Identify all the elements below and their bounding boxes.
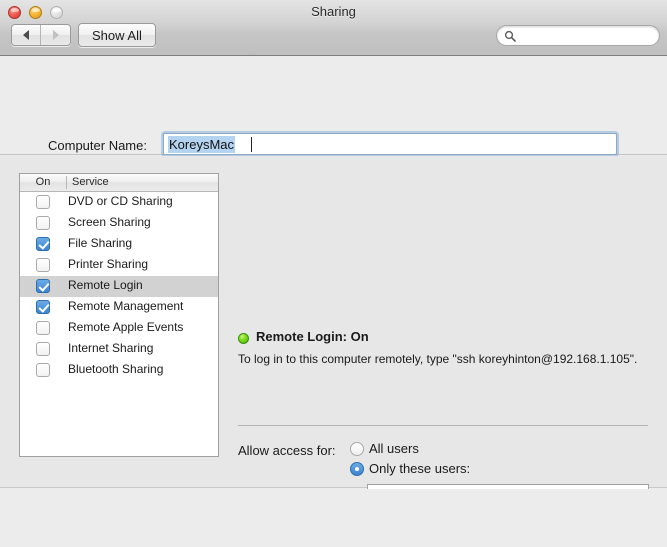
- section-divider: [238, 425, 648, 426]
- radio-only-these-users-label: Only these users:: [369, 461, 471, 476]
- service-name-label: Remote Management: [68, 299, 184, 313]
- sharing-preferences-window: Sharing Show All Computer Name: KoreysMa…: [0, 0, 667, 547]
- forward-button: [41, 25, 70, 45]
- status-indicator-icon: [238, 333, 249, 344]
- services-table-header: On Service: [20, 174, 218, 192]
- service-checkbox[interactable]: [36, 195, 50, 209]
- computer-name-value: KoreysMac: [168, 136, 236, 153]
- service-checkbox[interactable]: [36, 300, 50, 314]
- radio-option-all-users[interactable]: All users: [350, 441, 419, 456]
- search-input[interactable]: [521, 28, 651, 43]
- forward-arrow-icon: [52, 30, 59, 40]
- back-button[interactable]: [12, 25, 41, 45]
- title-bar: Sharing Show All: [0, 0, 667, 56]
- service-description: To log in to this computer remotely, typ…: [238, 352, 638, 366]
- service-name-label: Internet Sharing: [68, 341, 154, 355]
- column-divider: [66, 176, 67, 189]
- window-title: Sharing: [311, 4, 356, 19]
- text-caret: [251, 137, 252, 152]
- search-icon: [504, 30, 516, 42]
- service-name-label: DVD or CD Sharing: [68, 194, 173, 208]
- services-row-list: DVD or CD Sharing Screen Sharing File Shar…: [20, 192, 218, 381]
- service-checkbox[interactable]: [36, 363, 50, 377]
- column-header-on: On: [35, 176, 51, 188]
- service-checkbox[interactable]: [36, 216, 50, 230]
- service-checkbox[interactable]: [36, 321, 50, 335]
- table-row[interactable]: DVD or CD Sharing: [20, 192, 218, 213]
- table-row[interactable]: File Sharing: [20, 234, 218, 255]
- computer-name-label: Computer Name:: [48, 138, 147, 153]
- back-arrow-icon: [23, 30, 29, 40]
- service-name-label: Screen Sharing: [68, 215, 151, 229]
- service-name-label: Remote Apple Events: [68, 320, 184, 334]
- service-checkbox[interactable]: [36, 279, 50, 293]
- computer-name-panel: Computer Name: KoreysMac Computers on yo…: [0, 56, 667, 193]
- column-header-service: Service: [72, 176, 109, 188]
- allow-access-label: Allow access for:: [238, 443, 336, 458]
- table-row[interactable]: Remote Login: [20, 276, 218, 297]
- table-row[interactable]: Internet Sharing: [20, 339, 218, 360]
- service-status-text: Remote Login: On: [256, 329, 369, 344]
- service-name-label: Bluetooth Sharing: [68, 362, 164, 376]
- table-row[interactable]: Remote Management: [20, 297, 218, 318]
- footer-bar: ?: [0, 489, 667, 547]
- table-row[interactable]: Printer Sharing: [20, 255, 218, 276]
- search-field[interactable]: [496, 25, 660, 46]
- navigation-buttons: [11, 24, 71, 46]
- radio-only-these-users-icon[interactable]: [350, 461, 364, 476]
- radio-all-users-icon[interactable]: [350, 441, 364, 456]
- service-name-label: Printer Sharing: [68, 257, 149, 271]
- computer-name-input[interactable]: KoreysMac: [163, 133, 617, 155]
- table-row[interactable]: Bluetooth Sharing: [20, 360, 218, 381]
- main-content: On Service DVD or CD Sharing Screen Shari…: [0, 156, 667, 547]
- service-checkbox[interactable]: [36, 258, 50, 272]
- service-name-label: Remote Login: [68, 278, 143, 292]
- show-all-button[interactable]: Show All: [78, 23, 156, 47]
- service-checkbox[interactable]: [36, 237, 50, 251]
- table-row[interactable]: Screen Sharing: [20, 213, 218, 234]
- service-checkbox[interactable]: [36, 342, 50, 356]
- radio-all-users-label: All users: [369, 441, 419, 456]
- service-name-label: File Sharing: [68, 236, 133, 250]
- services-table: On Service DVD or CD Sharing Screen Shari…: [19, 173, 219, 457]
- table-row[interactable]: Remote Apple Events: [20, 318, 218, 339]
- radio-option-only-these-users[interactable]: Only these users:: [350, 461, 470, 476]
